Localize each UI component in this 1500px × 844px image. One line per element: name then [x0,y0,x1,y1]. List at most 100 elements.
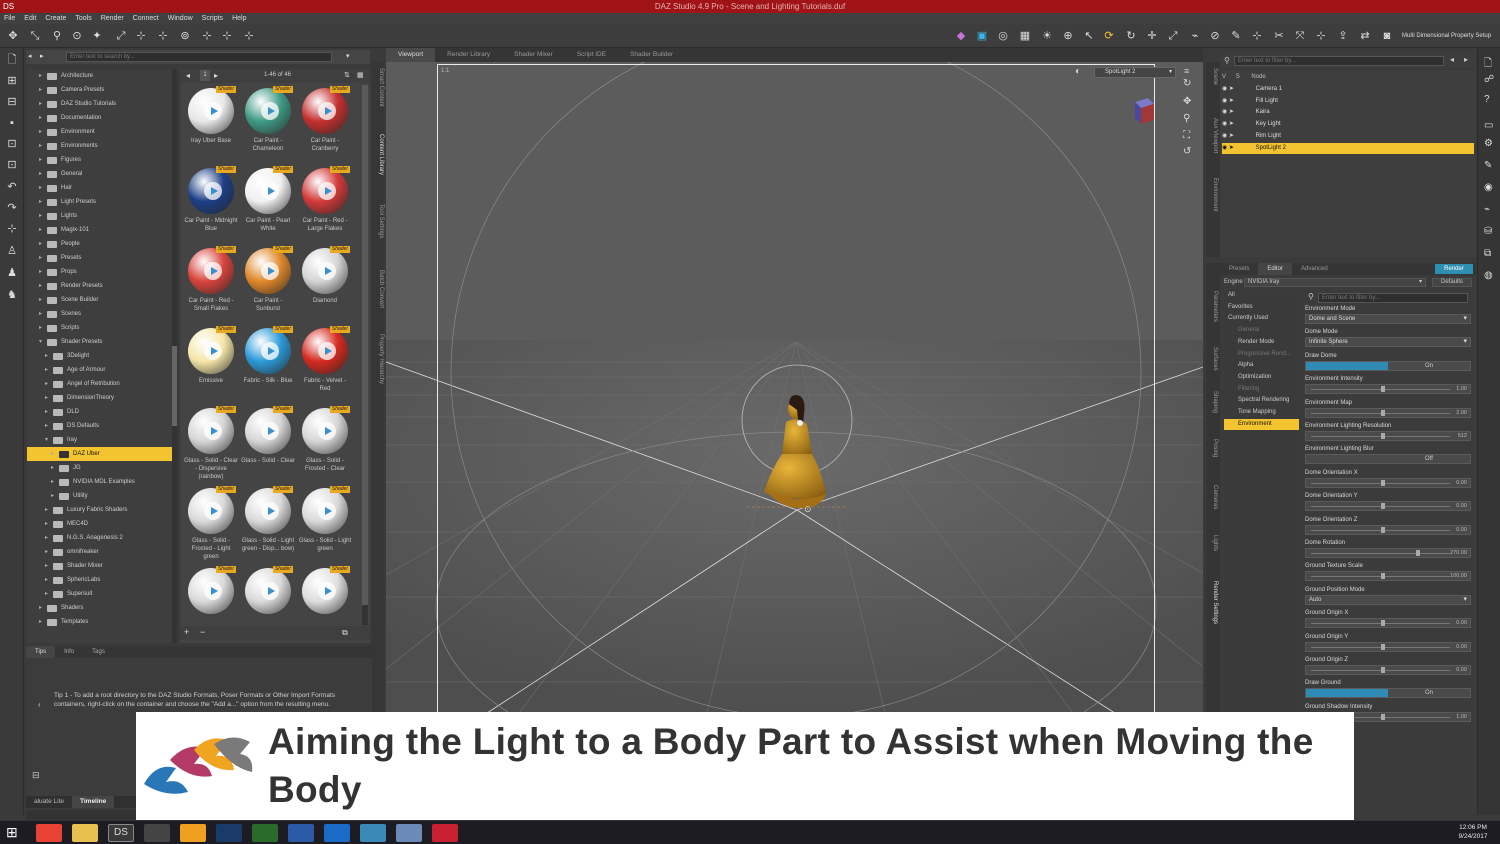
genesis-icon[interactable]: ◆ [954,29,968,43]
tree-item[interactable]: ▸ JG [27,461,172,475]
add-icon[interactable]: + [184,627,189,637]
tips-tab-tags[interactable]: Tags [83,646,114,658]
scene-side-tab[interactable]: Aux Viewport [1206,118,1218,153]
property-dropdown[interactable]: Dome and Scene [1305,314,1471,324]
wand-icon[interactable]: ✦ [90,29,104,43]
page-number[interactable]: 1 [200,70,210,81]
menu-help[interactable]: Help [232,13,246,24]
start-icon[interactable]: ⊞ [6,824,18,841]
asset-tile[interactable]: Shader Iray Uber Base [184,85,238,164]
scene-node[interactable]: ◉ ➤ SpotLight 2 [1222,142,1474,154]
eye-icon[interactable]: ◉ [1222,121,1229,127]
property-dropdown[interactable]: Auto [1305,594,1471,605]
property-slider[interactable]: 100.00 [1305,571,1471,582]
slider-knob[interactable] [1381,479,1385,486]
settings-icon[interactable]: ⚙ [1484,138,1493,149]
property-slider[interactable]: 1.00 [1305,384,1471,395]
tree-item[interactable]: ▸ General [27,167,172,181]
engine-dropdown[interactable]: NVIDIA Iray ▾ [1244,278,1426,287]
tree-expand-icon[interactable]: ▸ [39,307,42,321]
app-icon-6[interactable] [432,824,458,842]
property-slider[interactable]: 270.00 [1305,548,1471,558]
tree-expand-icon[interactable]: ▸ [45,517,48,531]
tree-item[interactable]: ▸ Luxury Fabric Shaders [27,503,172,517]
content-search-input[interactable]: Enter text to search by... [66,52,332,62]
asset-tile[interactable]: Shader Glass - Solid - Frosted - Clear [298,405,352,484]
tree-expand-icon[interactable]: ▸ [45,559,48,573]
asset-tile[interactable]: Shader Car Paint - Midnight Blue [184,165,238,244]
property-group[interactable]: Environment [1224,418,1299,430]
tree-expand-icon[interactable]: ▸ [39,293,42,307]
tree-item[interactable]: ▸ SphericLabs [27,573,172,587]
property-group[interactable]: Alpha [1224,360,1299,371]
property-group[interactable]: Spectral Rendering [1224,395,1299,406]
app-icon-3[interactable] [180,824,206,842]
tree-expand-icon[interactable]: ▸ [39,223,42,237]
render-side-tab[interactable]: Cameras [1206,485,1218,509]
help-icon[interactable]: ? [1484,94,1490,105]
help-link-icon[interactable]: ☍ [1484,74,1494,85]
viewport-tab[interactable]: Viewport [386,48,436,62]
tree-expand-icon[interactable]: ▸ [45,349,48,363]
asset-tile[interactable]: Shader [298,565,352,625]
tree-item[interactable]: ▸ Scripts [27,321,172,335]
tips-tab-info[interactable]: Info [55,646,83,658]
joint-editor-icon[interactable]: ⤡ [28,29,42,43]
reset-nav-icon[interactable]: ↺ [1183,146,1191,157]
viewport-tab[interactable]: Script IDE [565,48,618,62]
import-icon[interactable]: ⊡ [5,158,19,172]
slider-knob[interactable] [1381,409,1385,416]
save-icon[interactable]: ▪ [5,116,19,130]
tree-item[interactable]: ▸ Documentation [27,111,172,125]
asset-tile[interactable]: Shader Fabric - Silk - Blue [241,325,295,404]
draw-style-icon[interactable]: ◐ [1075,66,1081,77]
edit-icon[interactable]: ⊹ [1250,29,1264,43]
tree-expand-icon[interactable]: ▸ [39,615,42,629]
tree-expand-icon[interactable]: ▸ [45,391,48,405]
side-tab[interactable]: Tool Settings [372,204,384,238]
spot-render-icon[interactable]: ⊹ [200,29,214,43]
render-side-tab[interactable]: Lights [1206,535,1218,551]
scene-node[interactable]: ◉ ➤ Rim Light [1222,131,1474,142]
property-group[interactable]: Favorites [1224,302,1299,313]
tree-expand-icon[interactable]: ▸ [45,587,48,601]
copy-icon[interactable]: ⧉ [342,628,348,638]
brush-tool-icon[interactable]: ✎ [1484,160,1492,171]
slider-knob[interactable] [1381,713,1385,720]
asset-tile[interactable]: Shader [241,565,295,625]
tree-expand-icon[interactable]: ▸ [39,125,42,139]
tree-scrollbar[interactable] [172,69,177,643]
viewport[interactable]: ⊙ [386,62,1203,717]
select-icon[interactable]: ➤ [1229,133,1236,139]
tree-expand-icon[interactable]: ▸ [51,475,54,489]
asset-tile[interactable]: Shader [184,565,238,625]
bottom-tab[interactable]: Timeline [72,796,115,808]
slider-knob[interactable] [1381,573,1385,580]
render-side-tab[interactable]: Parameters [1206,291,1218,322]
tree-item[interactable]: ▸ DS Defaults [27,419,172,433]
property-slider[interactable]: 0.00 [1305,501,1471,512]
clone-icon[interactable]: ⧉ [1484,248,1491,259]
app-icon-4[interactable] [360,824,386,842]
region-icon[interactable]: ⊹ [220,29,234,43]
panel-icon[interactable]: ▭ [1484,120,1493,131]
geometry-editor-icon[interactable]: ✂ [1272,29,1286,43]
tree-expand-icon[interactable]: ▸ [39,279,42,293]
asset-tile[interactable]: Shader Car Paint - Cranberry [298,85,352,164]
orbit-nav-icon[interactable]: ↻ [1183,78,1191,89]
back-arrow-icon[interactable]: ◂ [28,52,32,60]
render-tab-presets[interactable]: Presets [1220,263,1258,275]
tree-item[interactable]: ▸ Utility [27,489,172,503]
light-icon[interactable]: ☀ [1040,29,1054,43]
select-icon[interactable]: ➤ [1229,86,1236,92]
property-slider[interactable]: 0.00 [1305,665,1471,675]
property-group[interactable]: Filtering [1224,384,1299,395]
view-cube[interactable] [1132,96,1156,126]
menu-edit[interactable]: Edit [24,13,36,24]
property-slider[interactable]: 512 [1305,431,1471,441]
tree-expand-icon[interactable]: ▸ [45,573,48,587]
property-group[interactable]: Tone Mapping [1224,407,1299,418]
property-group[interactable]: General [1224,325,1299,336]
tree-item[interactable]: ▸ Props [27,265,172,279]
tree-item[interactable]: ▸ Shader Mixer [27,559,172,573]
